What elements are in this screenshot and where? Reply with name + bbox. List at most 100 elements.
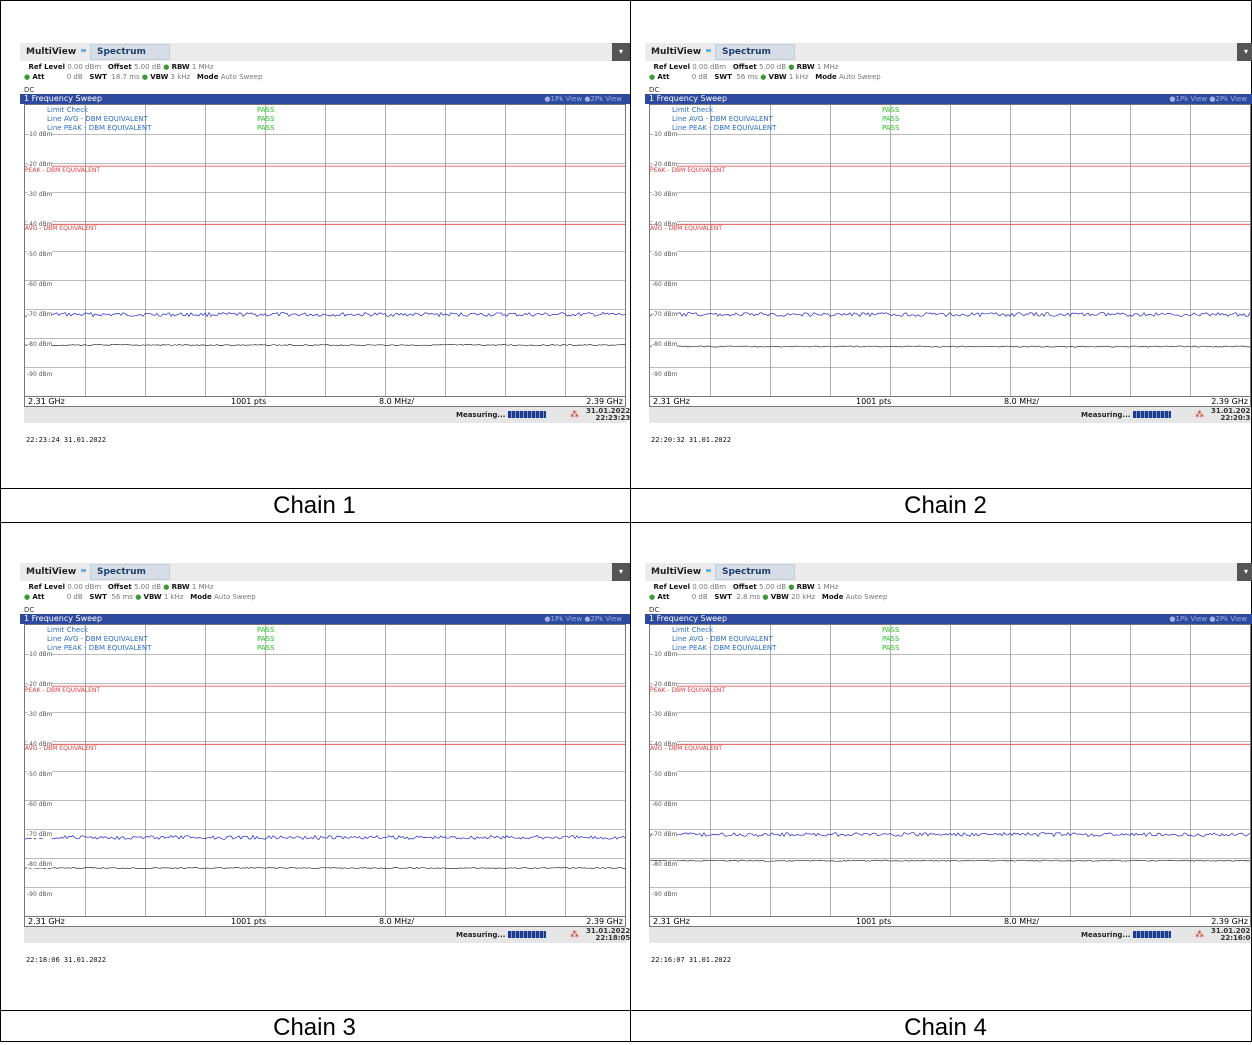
pass-badge: PASS bbox=[882, 115, 900, 123]
trace-view-legend: ●1Pk View ●2Pk View bbox=[1169, 95, 1247, 103]
x-axis-footer: 2.31 GHz 1001 pts 8.0 MHz/ 2.39 GHz bbox=[649, 397, 1251, 407]
status-datetime: 31.01.2022 22:23:23 bbox=[586, 407, 631, 422]
tab-spectrum[interactable]: Spectrum bbox=[90, 44, 170, 60]
limit-check-label: Limit Check bbox=[672, 106, 714, 114]
trace-view-legend: ●1Pk View ●2Pk View bbox=[544, 95, 622, 103]
span-per-div: 8.0 MHz/ bbox=[379, 397, 415, 406]
pass-results: PASS PASS PASS bbox=[257, 626, 274, 653]
pass-results: PASS PASS PASS bbox=[882, 106, 899, 133]
start-frequency: 2.31 GHz bbox=[653, 917, 690, 926]
limit-check-label: Limit Check bbox=[672, 626, 714, 634]
y-tick-label: -30 dBm bbox=[27, 711, 53, 718]
spectrum-screenshot: MultiView Spectrum ▾ Ref Level 0.00 dBm … bbox=[20, 563, 631, 964]
y-tick-label: -60 dBm bbox=[27, 801, 53, 808]
app-title: MultiView bbox=[651, 47, 702, 57]
warning-icon: ⁂ bbox=[1195, 410, 1204, 420]
line-avg-label: Line AVG - DBM EQUIVALENT bbox=[672, 115, 773, 123]
avg-limit-label: AVG - DBM EQUIVALENT bbox=[650, 225, 723, 232]
span-per-div: 8.0 MHz/ bbox=[1004, 397, 1040, 406]
progress-bar bbox=[1133, 931, 1171, 938]
stop-frequency: 2.39 GHz bbox=[1211, 917, 1248, 926]
trace-1pk bbox=[650, 311, 1250, 318]
tab-spectrum[interactable]: Spectrum bbox=[715, 44, 795, 60]
spectrum-screenshot: MultiView Spectrum ▾ Ref Level 0.00 dBm … bbox=[645, 563, 1252, 964]
sweep-title: 1 Frequency Sweep bbox=[649, 614, 728, 623]
line-avg-label: Line AVG - DBM EQUIVALENT bbox=[47, 115, 148, 123]
chain-caption: Chain 4 bbox=[904, 1014, 987, 1041]
title-bar: MultiView Spectrum ▾ bbox=[20, 43, 630, 61]
status-bar: Measuring... ⁂ 31.01.2022 22:20:31 bbox=[649, 407, 1252, 423]
x-axis-footer: 2.31 GHz 1001 pts 8.0 MHz/ 2.39 GHz bbox=[24, 397, 626, 407]
y-tick-label: -50 dBm bbox=[652, 771, 678, 778]
pass-badge: PASS bbox=[257, 115, 275, 123]
measuring-status: Measuring... bbox=[1081, 931, 1131, 939]
start-frequency: 2.31 GHz bbox=[28, 917, 65, 926]
tab-indicator bbox=[706, 569, 711, 572]
tab-spectrum[interactable]: Spectrum bbox=[715, 564, 795, 580]
y-tick-label: -50 dBm bbox=[27, 771, 53, 778]
trace-1pk bbox=[25, 311, 625, 318]
peak-limit-label: PEAK - DBM EQUIVALENT bbox=[25, 687, 101, 694]
trace-view-legend: ●1Pk View ●2Pk View bbox=[1169, 615, 1247, 623]
measuring-status: Measuring... bbox=[456, 411, 506, 419]
y-tick-label: -60 dBm bbox=[27, 281, 53, 288]
menu-icon[interactable]: ▾ bbox=[612, 563, 630, 581]
peak-limit-label: PEAK - DBM EQUIVALENT bbox=[25, 167, 101, 174]
status-bar: Measuring... ⁂ 31.01.2022 22:16:07 bbox=[649, 927, 1252, 943]
menu-icon[interactable]: ▾ bbox=[612, 43, 630, 61]
avg-limit-label: AVG - DBM EQUIVALENT bbox=[25, 225, 98, 232]
tab-spectrum[interactable]: Spectrum bbox=[90, 564, 170, 580]
trace-2pk bbox=[25, 344, 625, 347]
avg-limit-label: AVG - DBM EQUIVALENT bbox=[650, 745, 723, 752]
pass-badge: PASS bbox=[882, 635, 900, 643]
y-tick-label: -50 dBm bbox=[652, 251, 678, 258]
app-title: MultiView bbox=[651, 567, 702, 577]
menu-icon[interactable]: ▾ bbox=[1237, 43, 1252, 61]
avg-limit-label: AVG - DBM EQUIVALENT bbox=[25, 745, 98, 752]
start-frequency: 2.31 GHz bbox=[653, 397, 690, 406]
chain-caption: Chain 2 bbox=[904, 492, 987, 519]
y-tick-label: -30 dBm bbox=[652, 191, 678, 198]
y-tick-label: -90 dBm bbox=[27, 371, 53, 378]
spectrum-plot: Limit Check Line AVG - DBM EQUIVALENT Li… bbox=[24, 104, 626, 397]
trace-view-legend: ●1Pk View ●2Pk View bbox=[544, 615, 622, 623]
status-datetime: 31.01.2022 22:18:05 bbox=[586, 927, 631, 942]
capture-timestamp: 22:23:24 31.01.2022 bbox=[26, 436, 107, 444]
status-datetime: 31.01.2022 22:16:07 bbox=[1211, 927, 1252, 942]
measuring-status: Measuring... bbox=[456, 931, 506, 939]
trace-1pk bbox=[650, 831, 1250, 838]
limit-legend: Limit Check Line AVG - DBM EQUIVALENT Li… bbox=[672, 106, 776, 133]
capture-timestamp: 22:16:07 31.01.2022 bbox=[651, 956, 732, 964]
stop-frequency: 2.39 GHz bbox=[586, 397, 623, 406]
capture-timestamp: 22:20:32 31.01.2022 bbox=[651, 436, 732, 444]
trace-1pk bbox=[25, 834, 625, 840]
y-tick-label: -60 dBm bbox=[652, 801, 678, 808]
y-tick-label: -90 dBm bbox=[652, 371, 678, 378]
limit-legend: Limit Check Line AVG - DBM EQUIVALENT Li… bbox=[47, 626, 151, 653]
y-tick-label: -70 dBm bbox=[27, 311, 53, 318]
status-bar: Measuring... ⁂ 31.01.2022 22:23:23 bbox=[24, 407, 630, 423]
measurement-params: Ref Level 0.00 dBm Offset 5.00 dB ● RBW … bbox=[649, 583, 888, 601]
warning-icon: ⁂ bbox=[570, 930, 579, 940]
sweep-title: 1 Frequency Sweep bbox=[649, 94, 728, 103]
span-per-div: 8.0 MHz/ bbox=[379, 917, 415, 926]
title-bar: MultiView Spectrum ▾ bbox=[20, 563, 630, 581]
sweep-title-bar: 1 Frequency Sweep ●1Pk View ●2Pk View bbox=[645, 94, 1252, 104]
measurement-params: Ref Level 0.00 dBm Offset 5.00 dB ● RBW … bbox=[24, 63, 263, 81]
app-title: MultiView bbox=[26, 47, 77, 57]
limit-check-label: Limit Check bbox=[47, 106, 89, 114]
span-per-div: 8.0 MHz/ bbox=[1004, 917, 1040, 926]
spectrum-screenshot: MultiView Spectrum ▾ Ref Level 0.00 dBm … bbox=[20, 43, 630, 444]
measuring-status: Measuring... bbox=[1081, 411, 1131, 419]
status-datetime: 31.01.2022 22:20:31 bbox=[1211, 407, 1252, 422]
limit-check-label: Limit Check bbox=[47, 626, 89, 634]
measurement-params: Ref Level 0.00 dBm Offset 5.00 dB ● RBW … bbox=[649, 63, 881, 81]
plot-svg bbox=[25, 625, 625, 916]
limit-legend: Limit Check Line AVG - DBM EQUIVALENT Li… bbox=[47, 106, 151, 133]
line-avg-label: Line AVG - DBM EQUIVALENT bbox=[672, 635, 773, 643]
coupling-label: DC bbox=[24, 86, 35, 94]
y-tick-label: -60 dBm bbox=[652, 281, 678, 288]
y-tick-label: -80 dBm bbox=[27, 861, 53, 868]
y-tick-label: -80 dBm bbox=[652, 861, 678, 868]
menu-icon[interactable]: ▾ bbox=[1237, 563, 1252, 581]
